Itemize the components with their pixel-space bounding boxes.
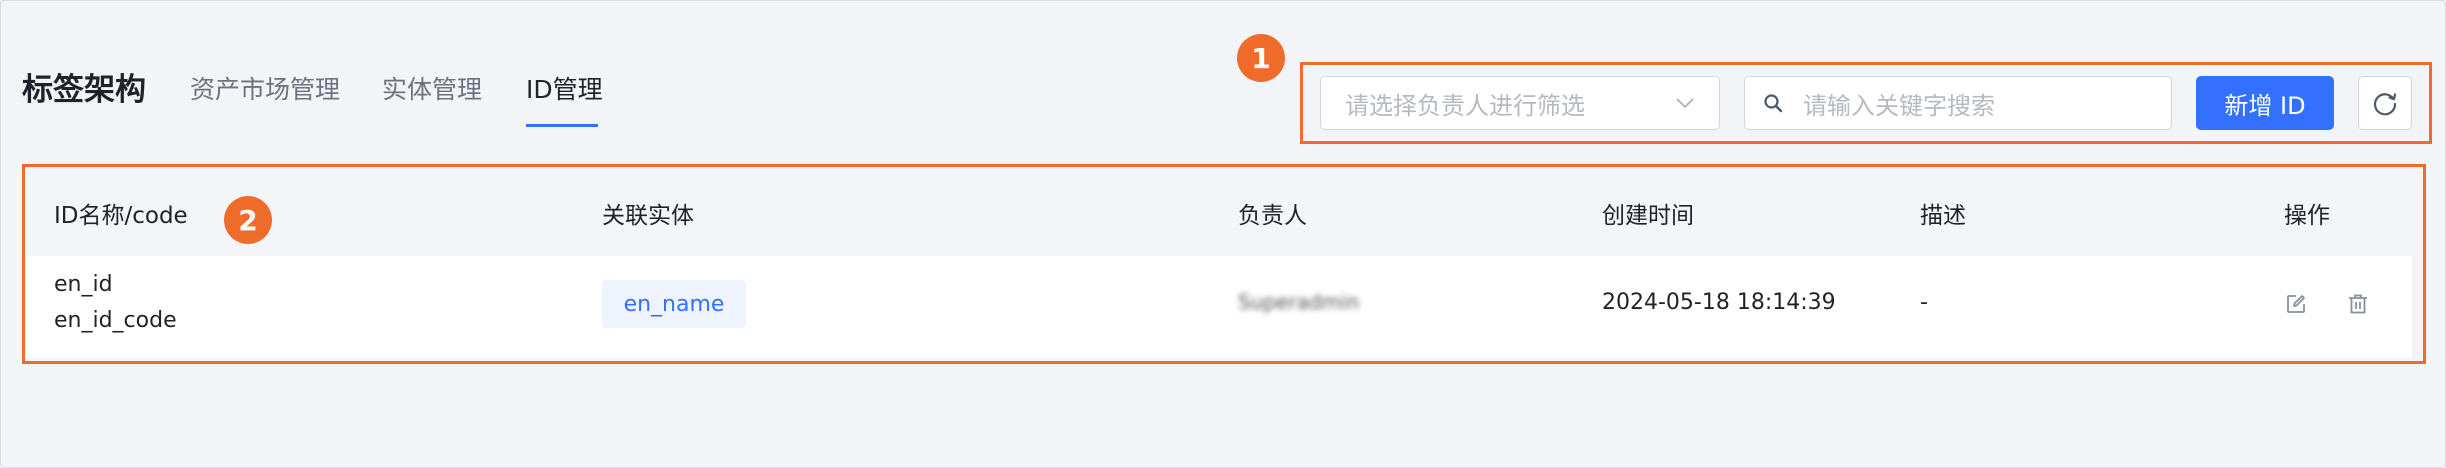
created-time: 2024-05-18 18:14:39 xyxy=(1602,290,1836,315)
tab-entity-management[interactable]: 实体管理 xyxy=(382,70,482,106)
column-header-actions: 操作 xyxy=(2284,203,2330,229)
owner-filter-select[interactable]: 请选择负责人进行筛选 xyxy=(1320,76,1720,130)
table-header: ID名称/code 关联实体 负责人 创建时间 描述 操作 2 xyxy=(26,168,2412,257)
tab-asset-market[interactable]: 资产市场管理 xyxy=(190,70,340,106)
keyword-search-input[interactable]: 请输入关键字搜索 xyxy=(1744,76,2172,130)
id-name: en_id xyxy=(54,272,113,297)
owner-filter-placeholder: 请选择负责人进行筛选 xyxy=(1345,91,1585,120)
column-header-id-name: ID名称/code xyxy=(54,203,188,229)
table-row: en_id en_id_code en_name Superadmin 2024… xyxy=(26,256,2412,358)
search-icon xyxy=(1763,93,1783,113)
tab-id-management[interactable]: ID管理 xyxy=(526,70,603,106)
edit-icon[interactable] xyxy=(2284,292,2308,316)
column-header-owner: 负责人 xyxy=(1238,203,1307,229)
column-header-description: 描述 xyxy=(1920,203,1966,229)
description: - xyxy=(1920,290,1928,315)
column-header-entity: 关联实体 xyxy=(602,203,694,229)
id-code: en_id_code xyxy=(54,308,177,333)
delete-icon[interactable] xyxy=(2346,292,2370,316)
id-table: ID名称/code 关联实体 负责人 创建时间 描述 操作 2 en_id en… xyxy=(26,168,2412,358)
page-title: 标签架构 xyxy=(22,72,146,108)
owner-name: Superadmin xyxy=(1238,290,1360,314)
entity-tag[interactable]: en_name xyxy=(602,280,746,328)
refresh-icon xyxy=(2370,88,2400,118)
add-id-button[interactable]: 新增 ID xyxy=(2196,76,2334,130)
active-tab-indicator xyxy=(526,124,598,127)
search-placeholder: 请输入关键字搜索 xyxy=(1803,91,1995,120)
callout-badge-2: 2 xyxy=(224,196,272,244)
column-header-created-time: 创建时间 xyxy=(1602,203,1694,229)
refresh-button[interactable] xyxy=(2358,76,2412,130)
chevron-down-icon xyxy=(1673,91,1697,121)
callout-badge-1: 1 xyxy=(1237,34,1285,82)
